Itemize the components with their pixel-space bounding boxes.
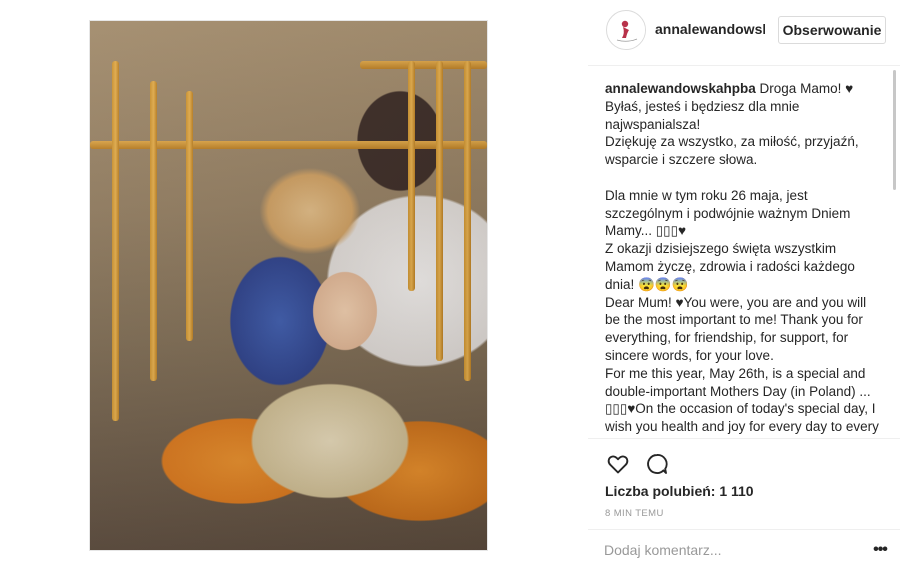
comment-bubble-icon[interactable] <box>643 450 671 478</box>
comment-input[interactable] <box>604 536 834 564</box>
caption-text: Droga Mamo! ♥ Byłaś, jesteś i będziesz d… <box>605 81 879 438</box>
post-actions: Liczba polubień: 1 110 8 MIN TEMU ••• <box>588 438 900 568</box>
post-side-panel: annalewandowsk Obserwowanie annalewandow… <box>588 0 900 568</box>
post-timestamp[interactable]: 8 MIN TEMU <box>605 508 664 519</box>
heart-icon[interactable] <box>604 450 632 478</box>
caption: annalewandowskahpba Droga Mamo! ♥ Byłaś,… <box>605 80 881 438</box>
like-count[interactable]: Liczba polubień: 1 110 <box>605 483 754 499</box>
avatar-logo-icon <box>608 12 645 49</box>
comment-row: ••• <box>588 529 900 568</box>
post-username[interactable]: annalewandowsk <box>655 21 765 37</box>
photo-area <box>0 0 588 568</box>
caption-username[interactable]: annalewandowskahpba <box>605 81 756 96</box>
caption-area: annalewandowskahpba Droga Mamo! ♥ Byłaś,… <box>605 80 881 438</box>
photo-grain <box>90 21 487 550</box>
avatar[interactable] <box>606 10 646 50</box>
caption-scrollbar-thumb[interactable] <box>893 70 896 190</box>
post-header: annalewandowsk Obserwowanie <box>588 0 900 66</box>
more-options-icon[interactable]: ••• <box>870 540 890 560</box>
following-button[interactable]: Obserwowanie <box>778 16 886 44</box>
caption-scrollbar[interactable] <box>893 70 896 440</box>
post-photo[interactable] <box>90 21 487 550</box>
